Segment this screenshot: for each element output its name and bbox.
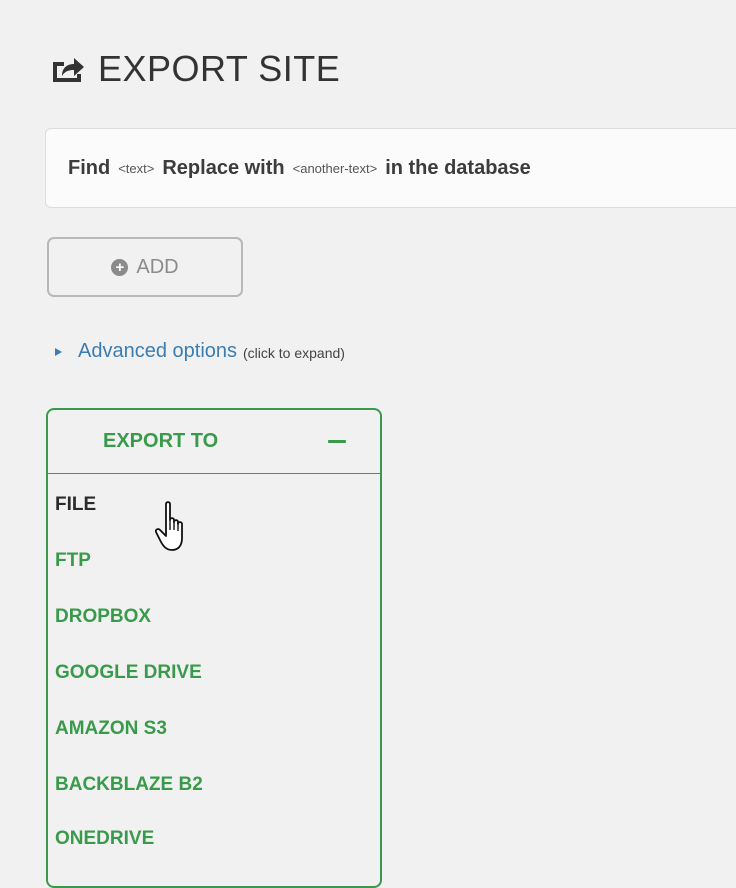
export-to-title: EXPORT TO [103, 430, 219, 452]
replace-placeholder[interactable]: <another-text> [293, 161, 378, 176]
advanced-options-link[interactable]: Advanced options [78, 340, 237, 363]
hand-pointer-icon [155, 501, 183, 551]
minus-icon[interactable] [328, 440, 346, 443]
add-button[interactable]: + ADD [47, 237, 243, 297]
export-option-google-drive[interactable]: GOOGLE DRIVE [55, 662, 202, 684]
caret-right-icon [55, 347, 62, 356]
page-title-text: EXPORT SITE [98, 48, 341, 89]
export-option-onedrive[interactable]: ONEDRIVE [55, 828, 154, 850]
database-suffix-label: in the database [385, 156, 531, 179]
add-button-label: ADD [136, 255, 179, 278]
replace-with-label: Replace with [162, 156, 285, 179]
export-option-amazon-s3[interactable]: AMAZON S3 [55, 718, 167, 740]
export-option-file[interactable]: FILE [55, 494, 96, 516]
search-replace-row: Find <text> Replace with <another-text> … [45, 128, 736, 208]
export-to-panel: EXPORT TO [46, 408, 382, 888]
export-option-backblaze-b2[interactable]: BACKBLAZE B2 [55, 774, 203, 796]
advanced-options-toggle[interactable]: Advanced options (click to expand) [55, 340, 345, 363]
export-to-header[interactable]: EXPORT TO [48, 410, 380, 474]
export-option-dropbox[interactable]: DROPBOX [55, 606, 151, 628]
find-placeholder[interactable]: <text> [118, 161, 154, 176]
export-option-ftp[interactable]: FTP [55, 550, 91, 572]
plus-circle-icon: + [111, 258, 129, 276]
page-title: EXPORT SITE [50, 48, 340, 90]
advanced-options-hint: (click to expand) [243, 345, 345, 361]
find-label: Find [68, 156, 111, 179]
export-icon [53, 58, 84, 82]
